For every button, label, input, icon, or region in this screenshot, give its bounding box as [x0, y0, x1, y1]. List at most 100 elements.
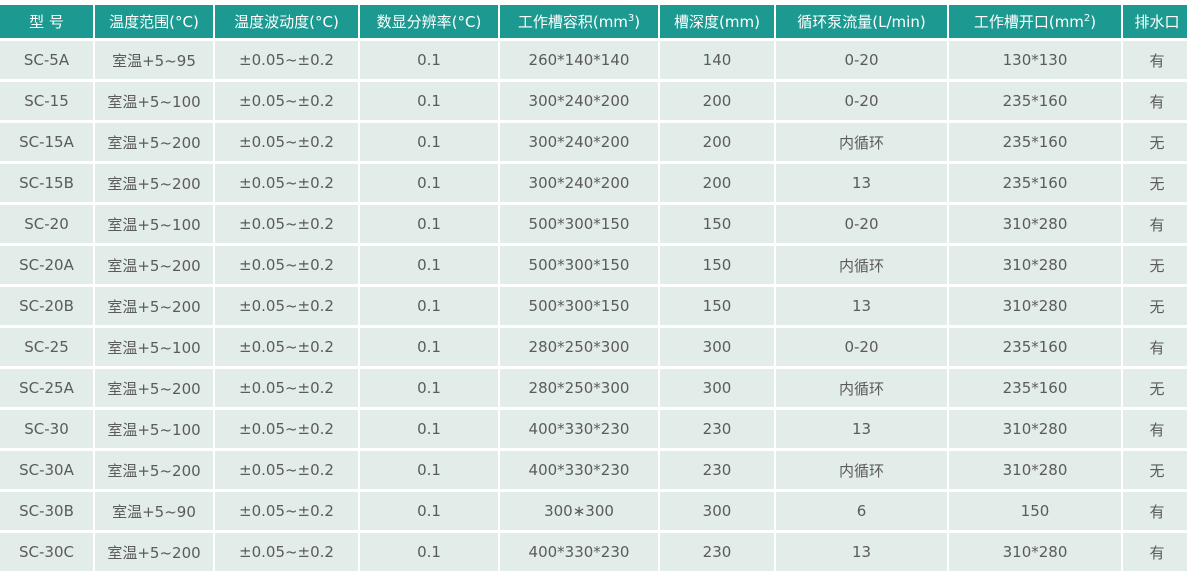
- cell-drain: 无: [1123, 369, 1187, 407]
- cell-pump-flow: 内循环: [776, 451, 947, 489]
- cell-pump-flow: 内循环: [776, 369, 947, 407]
- cell-temp-range: 室温+5~100: [95, 410, 213, 448]
- cell-temp-range: 室温+5~200: [95, 164, 213, 202]
- cell-model: SC-30C: [0, 533, 93, 571]
- cell-temp-fluctuation: ±0.05~±0.2: [215, 410, 358, 448]
- cell-temp-fluctuation: ±0.05~±0.2: [215, 82, 358, 120]
- cell-drain: 无: [1123, 287, 1187, 325]
- cell-tank-volume: 260*140*140: [500, 41, 658, 79]
- col-header-display-resolution: 数显分辨率(°C): [360, 5, 498, 38]
- cell-tank-depth: 200: [660, 82, 774, 120]
- cell-temp-range: 室温+5~90: [95, 492, 213, 530]
- cell-tank-opening: 235*160: [949, 328, 1121, 366]
- cell-pump-flow: 13: [776, 287, 947, 325]
- cell-drain: 有: [1123, 328, 1187, 366]
- cell-tank-depth: 140: [660, 41, 774, 79]
- cell-tank-opening: 235*160: [949, 123, 1121, 161]
- col-header-temp-range: 温度范围(°C): [95, 5, 213, 38]
- cell-model: SC-15B: [0, 164, 93, 202]
- col-header-drain: 排水口: [1123, 5, 1187, 38]
- table-row: SC-30B 室温+5~90 ±0.05~±0.2 0.1 300∗300 300 6 150…: [0, 492, 1187, 530]
- cell-tank-volume: 300*240*200: [500, 123, 658, 161]
- cell-tank-opening: 310*280: [949, 287, 1121, 325]
- cell-model: SC-15A: [0, 123, 93, 161]
- cell-tank-volume: 300*240*200: [500, 82, 658, 120]
- cell-tank-depth: 150: [660, 246, 774, 284]
- cell-tank-volume: 500*300*150: [500, 246, 658, 284]
- cell-pump-flow: 0-20: [776, 205, 947, 243]
- cell-temp-fluctuation: ±0.05~±0.2: [215, 41, 358, 79]
- col-header-model: 型 号: [0, 5, 93, 38]
- cell-tank-depth: 150: [660, 287, 774, 325]
- table-row: SC-25 室温+5~100 ±0.05~±0.2 0.1 280*250*300 300…: [0, 328, 1187, 366]
- cell-temp-fluctuation: ±0.05~±0.2: [215, 287, 358, 325]
- cell-drain: 无: [1123, 451, 1187, 489]
- table-row: SC-15B 室温+5~200 ±0.05~±0.2 0.1 300*240*200 20…: [0, 164, 1187, 202]
- cell-pump-flow: 0-20: [776, 41, 947, 79]
- table-row: SC-25A 室温+5~200 ±0.05~±0.2 0.1 280*250*300 30…: [0, 369, 1187, 407]
- cell-temp-range: 室温+5~100: [95, 82, 213, 120]
- header-row: 型 号 温度范围(°C) 温度波动度(°C) 数显分辨率(°C) 工作槽容积(m…: [0, 5, 1187, 38]
- cell-display-resolution: 0.1: [360, 41, 498, 79]
- cell-tank-opening: 310*280: [949, 246, 1121, 284]
- cell-pump-flow: 13: [776, 410, 947, 448]
- cell-display-resolution: 0.1: [360, 533, 498, 571]
- cell-pump-flow: 0-20: [776, 328, 947, 366]
- cell-tank-volume: 400*330*230: [500, 451, 658, 489]
- cell-model: SC-30A: [0, 451, 93, 489]
- cell-temp-fluctuation: ±0.05~±0.2: [215, 369, 358, 407]
- cell-drain: 有: [1123, 492, 1187, 530]
- table-row: SC-20A 室温+5~200 ±0.05~±0.2 0.1 500*300*150 15…: [0, 246, 1187, 284]
- spec-table: 型 号 温度范围(°C) 温度波动度(°C) 数显分辨率(°C) 工作槽容积(m…: [0, 2, 1187, 574]
- cell-display-resolution: 0.1: [360, 82, 498, 120]
- cell-temp-fluctuation: ±0.05~±0.2: [215, 164, 358, 202]
- cell-pump-flow: 内循环: [776, 246, 947, 284]
- col-header-temp-fluctuation: 温度波动度(°C): [215, 5, 358, 38]
- cell-temp-range: 室温+5~200: [95, 533, 213, 571]
- cell-drain: 有: [1123, 205, 1187, 243]
- cell-display-resolution: 0.1: [360, 205, 498, 243]
- cell-temp-range: 室温+5~100: [95, 205, 213, 243]
- cell-tank-volume: 400*330*230: [500, 410, 658, 448]
- cell-tank-volume: 500*300*150: [500, 205, 658, 243]
- cell-tank-opening: 235*160: [949, 164, 1121, 202]
- cell-temp-range: 室温+5~200: [95, 246, 213, 284]
- cell-model: SC-25: [0, 328, 93, 366]
- cell-tank-depth: 230: [660, 533, 774, 571]
- cell-tank-depth: 200: [660, 123, 774, 161]
- cell-display-resolution: 0.1: [360, 164, 498, 202]
- cell-tank-depth: 200: [660, 164, 774, 202]
- cell-temp-fluctuation: ±0.05~±0.2: [215, 246, 358, 284]
- cell-drain: 无: [1123, 123, 1187, 161]
- cell-pump-flow: 13: [776, 533, 947, 571]
- cell-tank-opening: 130*130: [949, 41, 1121, 79]
- cell-drain: 无: [1123, 246, 1187, 284]
- cell-display-resolution: 0.1: [360, 246, 498, 284]
- cell-tank-volume: 300∗300: [500, 492, 658, 530]
- cell-temp-range: 室温+5~200: [95, 369, 213, 407]
- cell-display-resolution: 0.1: [360, 287, 498, 325]
- table-row: SC-20 室温+5~100 ±0.05~±0.2 0.1 500*300*150 150…: [0, 205, 1187, 243]
- cell-temp-range: 室温+5~200: [95, 123, 213, 161]
- cell-model: SC-20B: [0, 287, 93, 325]
- cell-tank-opening: 235*160: [949, 82, 1121, 120]
- cell-model: SC-30: [0, 410, 93, 448]
- cell-tank-opening: 150: [949, 492, 1121, 530]
- cell-pump-flow: 内循环: [776, 123, 947, 161]
- cell-tank-volume: 400*330*230: [500, 533, 658, 571]
- cell-model: SC-20A: [0, 246, 93, 284]
- col-header-tank-depth: 槽深度(mm): [660, 5, 774, 38]
- col-header-tank-opening: 工作槽开口(mm2): [949, 5, 1121, 38]
- cell-tank-volume: 500*300*150: [500, 287, 658, 325]
- cell-tank-volume: 300*240*200: [500, 164, 658, 202]
- cell-temp-range: 室温+5~95: [95, 41, 213, 79]
- cell-tank-depth: 300: [660, 369, 774, 407]
- table-body: SC-5A 室温+5~95 ±0.05~±0.2 0.1 260*140*140 140 0…: [0, 41, 1187, 571]
- cell-drain: 有: [1123, 410, 1187, 448]
- cell-display-resolution: 0.1: [360, 123, 498, 161]
- cell-model: SC-5A: [0, 41, 93, 79]
- col-header-pump-flow: 循环泵流量(L/min): [776, 5, 947, 38]
- cell-temp-fluctuation: ±0.05~±0.2: [215, 205, 358, 243]
- cell-temp-range: 室温+5~200: [95, 287, 213, 325]
- cell-tank-opening: 310*280: [949, 451, 1121, 489]
